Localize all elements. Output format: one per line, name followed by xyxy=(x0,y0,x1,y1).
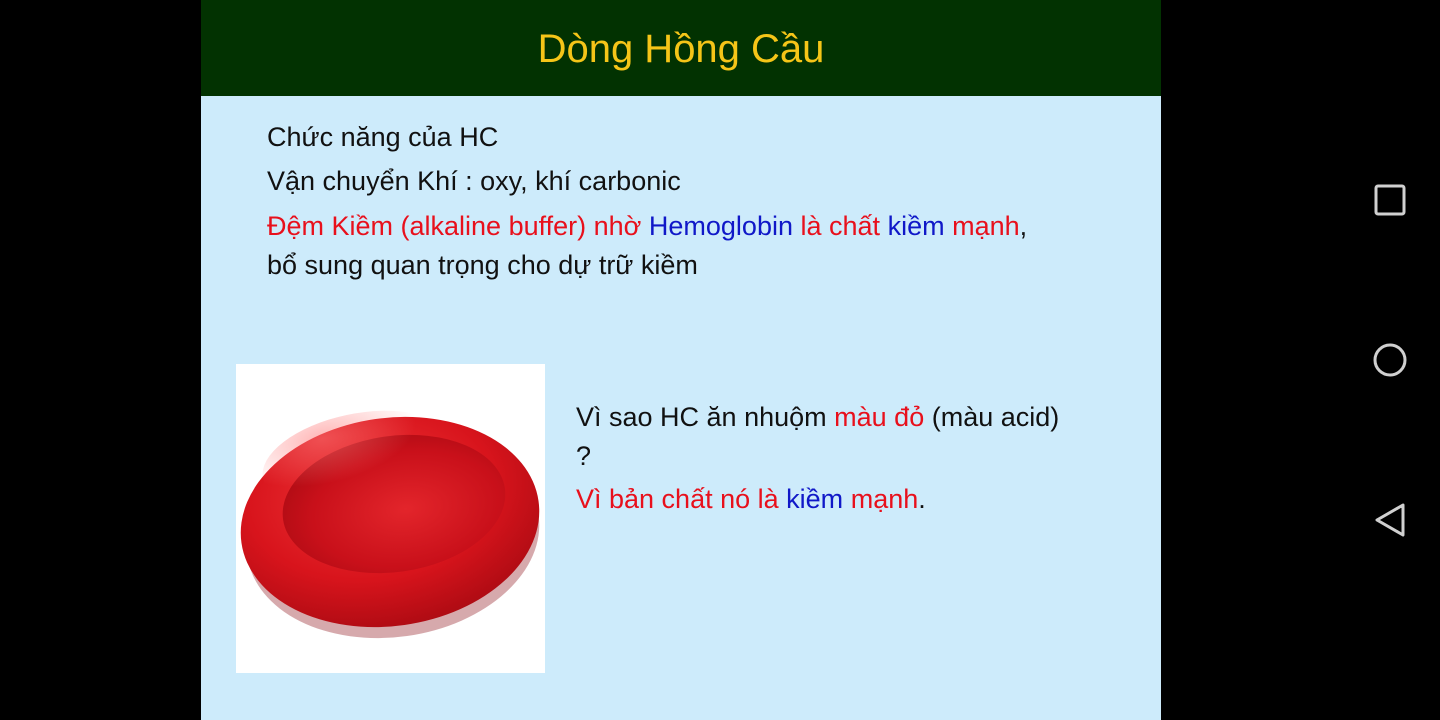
back-button[interactable] xyxy=(1370,500,1410,540)
comma: , xyxy=(1019,211,1028,241)
strong-base-text: là chất xyxy=(800,211,881,241)
square-icon xyxy=(1374,184,1406,216)
function-heading: Chức năng của HC xyxy=(267,122,499,152)
strong-word: mạnh xyxy=(952,211,1020,241)
red-color-text: màu đỏ xyxy=(834,402,925,432)
answer-strong-word: mạnh xyxy=(850,484,919,514)
question-line: Vì sao HC ăn nhuộm màu đỏ (màu acid) xyxy=(267,400,1059,434)
triangle-back-icon xyxy=(1375,503,1405,537)
slide-title-bar: Dòng Hồng Cầu xyxy=(201,0,1161,96)
gas-transport-line: Vận chuyển Khí : oxy, khí carbonic xyxy=(267,166,681,196)
question-mark-line: ? xyxy=(267,439,591,473)
acid-color-text: (màu acid) xyxy=(931,402,1060,432)
question-text-wrap: Vì sao HC ăn nhuộm màu đỏ (màu acid) xyxy=(576,402,1059,432)
period: . xyxy=(918,484,926,514)
home-button[interactable] xyxy=(1370,340,1410,380)
slide-title: Dòng Hồng Cầu xyxy=(537,27,825,71)
alkaline-buffer-text: Đệm Kiềm (alkaline buffer) nhờ xyxy=(267,211,642,241)
android-navigation-bar xyxy=(1340,0,1440,720)
recents-button[interactable] xyxy=(1370,180,1410,220)
alkali-reserve-line: bổ sung quan trọng cho dự trữ kiềm xyxy=(267,250,698,280)
answer-text: Vì bản chất nó là xyxy=(576,484,779,514)
answer-line: Vì bản chất nó là kiềm mạnh. xyxy=(267,482,926,516)
answer-text-wrap: Vì bản chất nó là kiềm mạnh. xyxy=(576,484,926,514)
circle-icon xyxy=(1373,343,1407,377)
screen: Dòng Hồng Cầu Chức năng của HC Vận chuyể… xyxy=(0,0,1440,720)
hemoglobin-text: Hemoglobin xyxy=(648,211,793,241)
alkaline-buffer-line: Đệm Kiềm (alkaline buffer) nhờ Hemoglobi… xyxy=(267,209,1027,243)
answer-base-word: kiềm xyxy=(786,484,844,514)
question-text: Vì sao HC ăn nhuộm xyxy=(576,402,827,432)
base-word: kiềm xyxy=(887,211,945,241)
presentation-slide: Dòng Hồng Cầu Chức năng của HC Vận chuyể… xyxy=(201,0,1161,720)
question-mark: ? xyxy=(576,441,592,471)
